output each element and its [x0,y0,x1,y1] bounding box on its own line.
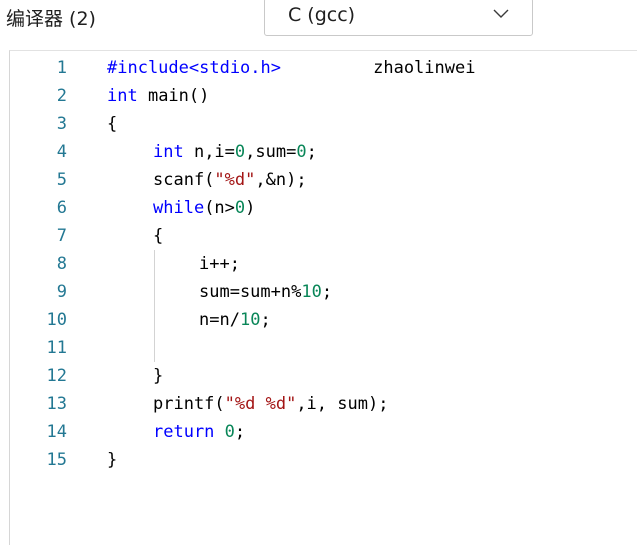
code-token-plain: { [153,226,164,246]
code-line[interactable]: 13 printf("%d %d",i, sum); [10,390,637,418]
line-number: 5 [56,170,67,190]
line-code: #include<stdio.h> zhaolinwei [107,54,475,82]
chevron-down-icon [492,7,510,21]
line-number: 14 [46,422,67,442]
line-number: 4 [56,142,67,162]
code-token-keyword: #include<stdio.h> [107,58,281,78]
code-line[interactable]: 11 [10,334,637,362]
line-code: int main() [107,82,209,110]
code-token-plain: ; [306,142,317,162]
code-token-plain: } [153,366,164,386]
code-token-plain: ; [321,282,333,302]
compiler-label: 编译器 (2) [6,8,96,30]
line-code: } [153,362,163,390]
compiler-select-value: C (gcc) [288,4,356,26]
line-code: int n,i=0,sum=0; [153,138,317,166]
line-code: sum=sum+n%10; [199,278,332,306]
compiler-select[interactable]: C (gcc) [264,0,533,36]
line-code: printf("%d %d",i, sum); [153,390,388,418]
line-code: { [153,222,163,250]
code-token-plain: zhaolinwei [281,58,476,78]
code-token-plain: scanf( [153,170,215,190]
line-number: 7 [56,226,67,246]
code-line[interactable]: 3{ [10,110,637,138]
line-code: } [107,446,117,474]
line-number: 15 [46,450,67,470]
code-line[interactable]: 2 int main() [10,82,637,110]
line-number: 9 [56,282,67,302]
line-code: n=n/10; [199,306,271,334]
code-token-plain: i++; [199,254,240,274]
code-token-keyword: return [153,422,215,442]
line-number: 3 [56,114,67,134]
code-line[interactable]: 4 int n,i=0,sum=0; [10,138,637,166]
line-number: 11 [46,338,67,358]
line-number: 8 [56,254,67,274]
line-code: i++; [199,250,240,278]
code-editor[interactable]: 1 #include<stdio.h> zhaolinwei 2 int main()… [9,50,637,545]
line-number: 13 [46,394,67,414]
code-line[interactable]: 1 #include<stdio.h> zhaolinwei [10,54,637,82]
line-code: scanf("%d",&n); [153,166,307,194]
line-code: { [107,110,117,138]
code-token-plain: n,i= [183,142,235,162]
line-number: 2 [56,86,67,106]
code-token-plain: ; [260,310,271,330]
code-token-number: 0 [234,198,246,218]
line-number: 10 [46,310,67,330]
code-token-string: "%d" [214,170,256,190]
code-token-plain: ,sum= [245,142,297,162]
code-line[interactable]: 9 sum=sum+n%10; [10,278,637,306]
code-line[interactable]: 15} [10,446,637,474]
code-token-plain: printf( [153,394,225,414]
line-code: return 0; [153,418,245,446]
code-token-plain: sum=sum+n% [199,282,302,302]
line-code: while(n>0) [153,194,255,222]
line-number: 12 [46,366,67,386]
code-token-plain: ,i, sum); [296,394,389,414]
code-token-number: 0 [224,422,235,442]
code-token-plain: ; [234,422,246,442]
line-number: 6 [56,198,67,218]
compiler-page: 编译器 (2) C (gcc) 1 #include<stdio.h> zhaol… [0,0,637,545]
code-token-number: 10 [239,310,261,330]
code-token-plain: main() [137,86,210,106]
code-token-keyword: int [153,142,184,162]
code-token-plain: ) [245,198,256,218]
code-line[interactable]: 7{ [10,222,637,250]
indent-guide [154,250,155,362]
code-token-number: 0 [296,142,307,162]
code-token-plain: } [107,450,118,470]
code-token-string: "%d %d" [224,394,297,414]
code-token-keyword: while [153,198,205,218]
code-line[interactable]: 10 n=n/10; [10,306,637,334]
code-line[interactable]: 8 i++; [10,250,637,278]
code-token-number: 0 [234,142,246,162]
code-token-keyword: int [107,86,138,106]
code-line[interactable]: 5 scanf("%d",&n); [10,166,637,194]
code-token-plain: n=n/ [199,310,240,330]
code-token-plain: { [107,114,118,134]
code-line[interactable]: 6 while(n>0) [10,194,637,222]
line-number: 1 [56,58,67,78]
code-line[interactable]: 12} [10,362,637,390]
code-token-plain: (n> [204,198,235,218]
code-token-plain: ,&n); [255,170,307,190]
code-token-number: 10 [301,282,322,302]
code-line[interactable]: 14 return 0; [10,418,637,446]
